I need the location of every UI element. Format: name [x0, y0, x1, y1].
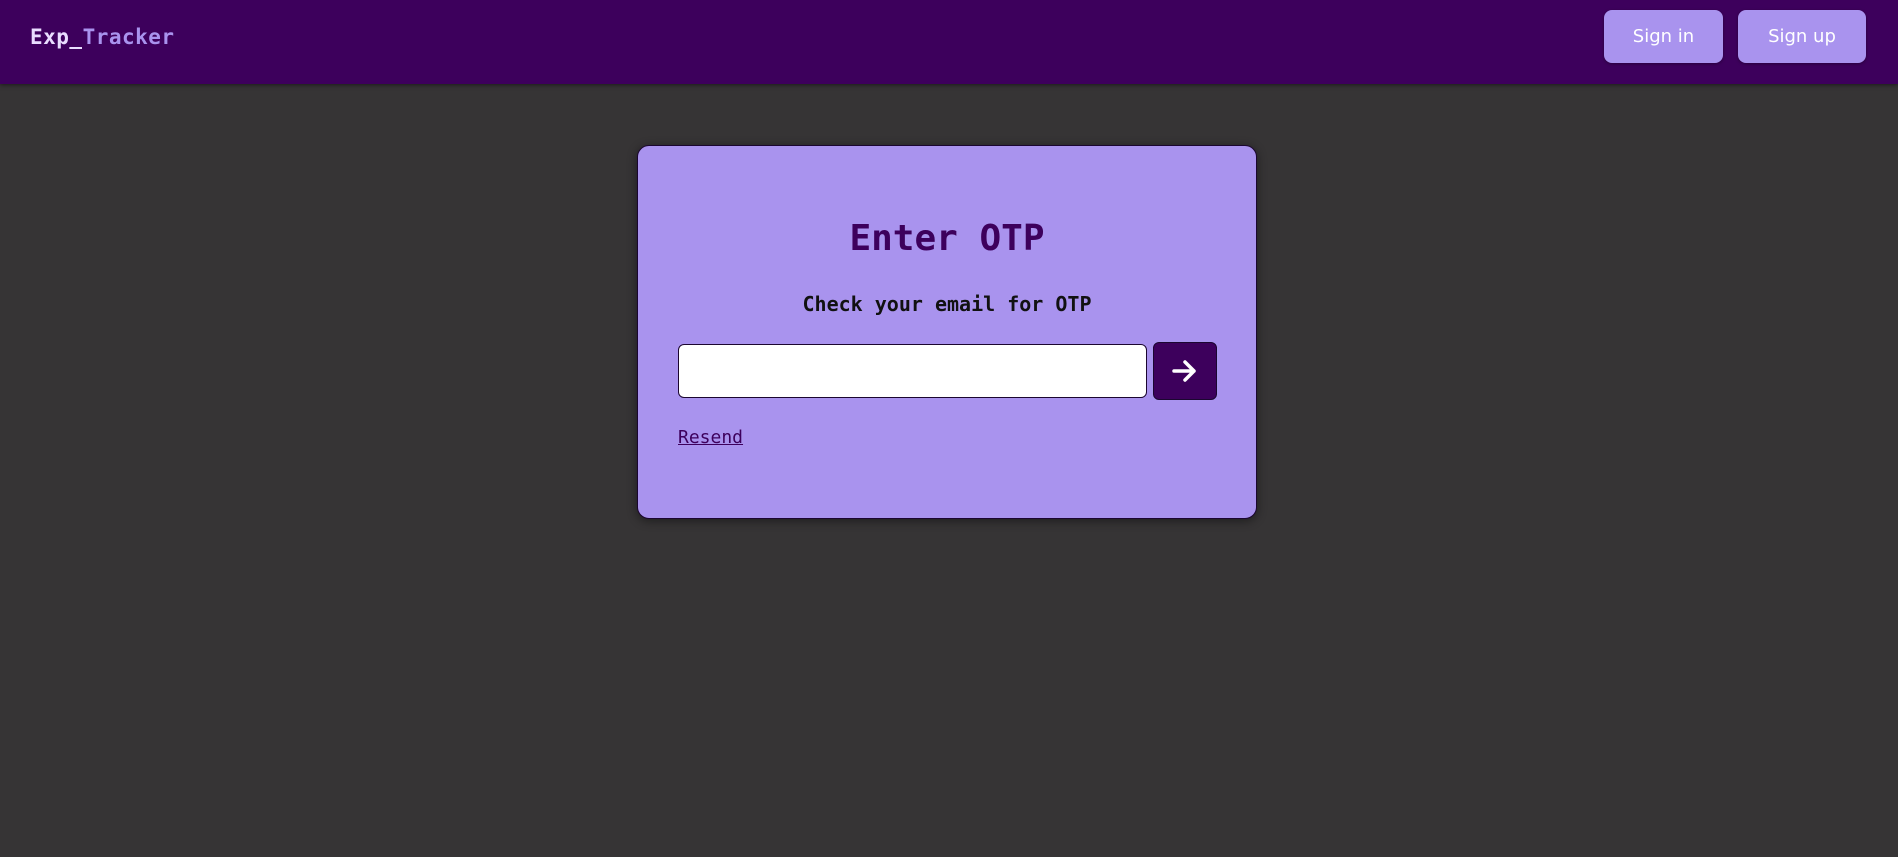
arrow-right-icon [1172, 360, 1196, 382]
resend-link[interactable]: Resend [678, 427, 743, 448]
brand-logo[interactable]: Exp_Tracker [30, 25, 175, 49]
otp-card: Enter OTP Check your email for OTP Resen… [637, 145, 1257, 519]
otp-title: Enter OTP [849, 218, 1045, 259]
brand-name-part1: Exp_ [30, 25, 83, 49]
sign-up-button[interactable]: Sign up [1738, 10, 1866, 63]
sign-in-button[interactable]: Sign in [1604, 10, 1723, 63]
otp-input[interactable] [678, 344, 1147, 398]
brand-name-part2: Tracker [82, 25, 175, 49]
top-navbar: Exp_Tracker Sign in Sign up [0, 0, 1898, 84]
submit-otp-button[interactable] [1153, 342, 1217, 400]
otp-subtitle: Check your email for OTP [802, 292, 1092, 316]
